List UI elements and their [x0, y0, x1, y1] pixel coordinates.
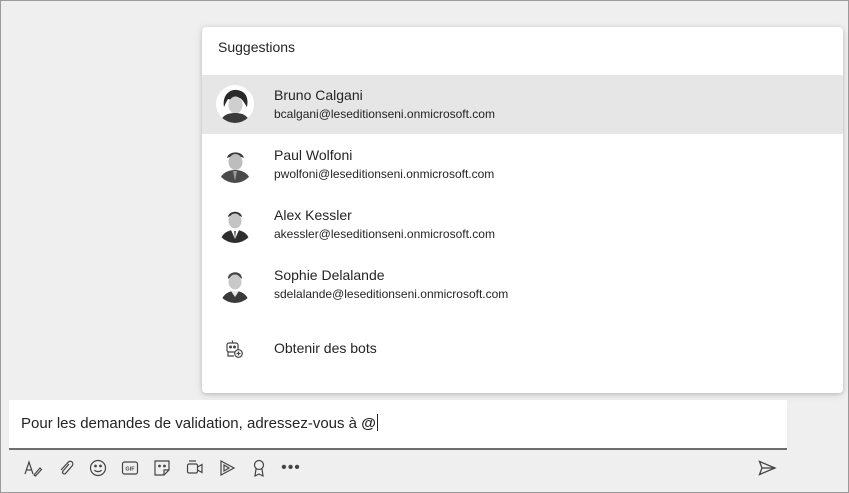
suggestions-popup: Suggestions Bruno Calgani bcalgani@lesed…: [202, 27, 843, 393]
svg-text:GIF: GIF: [125, 467, 135, 473]
attach-icon[interactable]: [55, 457, 77, 479]
suggestions-title: Suggestions: [218, 39, 296, 55]
emoji-icon[interactable]: [87, 457, 109, 479]
compose-toolbar: GIF •••: [0, 452, 849, 486]
suggestion-name: Alex Kessler: [274, 207, 352, 223]
text-cursor: [376, 414, 378, 431]
suggestion-email: pwolfoni@leseditionseni.onmicrosoft.com: [274, 167, 495, 181]
suggestion-email: akessler@leseditionseni.onmicrosoft.com: [274, 227, 495, 241]
avatar: [216, 85, 254, 123]
stream-icon[interactable]: [216, 457, 238, 479]
praise-icon[interactable]: [248, 457, 270, 479]
bot-add-icon: [224, 339, 244, 359]
suggestion-item-alex-kessler[interactable]: Alex Kessler akessler@leseditionseni.onm…: [202, 195, 843, 254]
avatar: [216, 265, 254, 303]
mention-trigger: @: [361, 415, 376, 432]
meet-now-icon[interactable]: [184, 457, 206, 479]
avatar: [216, 205, 254, 243]
suggestion-item-paul-wolfoni[interactable]: Paul Wolfoni pwolfoni@leseditionseni.onm…: [202, 135, 843, 194]
get-bots-item[interactable]: Obtenir des bots: [202, 323, 843, 377]
compose-message-text: Pour les demandes de validation, adresse…: [21, 415, 362, 432]
sticker-icon[interactable]: [151, 457, 173, 479]
get-bots-label: Obtenir des bots: [274, 340, 377, 356]
more-options-icon[interactable]: •••: [280, 457, 302, 479]
compose-text: Pour les demandes de validation, adresse…: [21, 414, 378, 432]
suggestion-name: Paul Wolfoni: [274, 147, 353, 163]
avatar: [216, 145, 254, 183]
suggestion-item-sophie-delalande[interactable]: Sophie Delalande sdelalande@leseditionse…: [202, 255, 843, 314]
message-compose-box[interactable]: Pour les demandes de validation, adresse…: [9, 400, 787, 450]
suggestion-email: bcalgani@leseditionseni.onmicrosoft.com: [274, 107, 495, 121]
suggestion-email: sdelalande@leseditionseni.onmicrosoft.co…: [274, 287, 509, 301]
more-options-label: •••: [281, 459, 301, 476]
suggestion-name: Bruno Calgani: [274, 87, 363, 103]
gif-icon[interactable]: GIF: [119, 457, 141, 479]
suggestion-item-bruno-calgani[interactable]: Bruno Calgani bcalgani@leseditionseni.on…: [202, 75, 843, 134]
format-icon[interactable]: [22, 457, 44, 479]
suggestion-name: Sophie Delalande: [274, 267, 385, 283]
send-icon[interactable]: [756, 457, 778, 479]
